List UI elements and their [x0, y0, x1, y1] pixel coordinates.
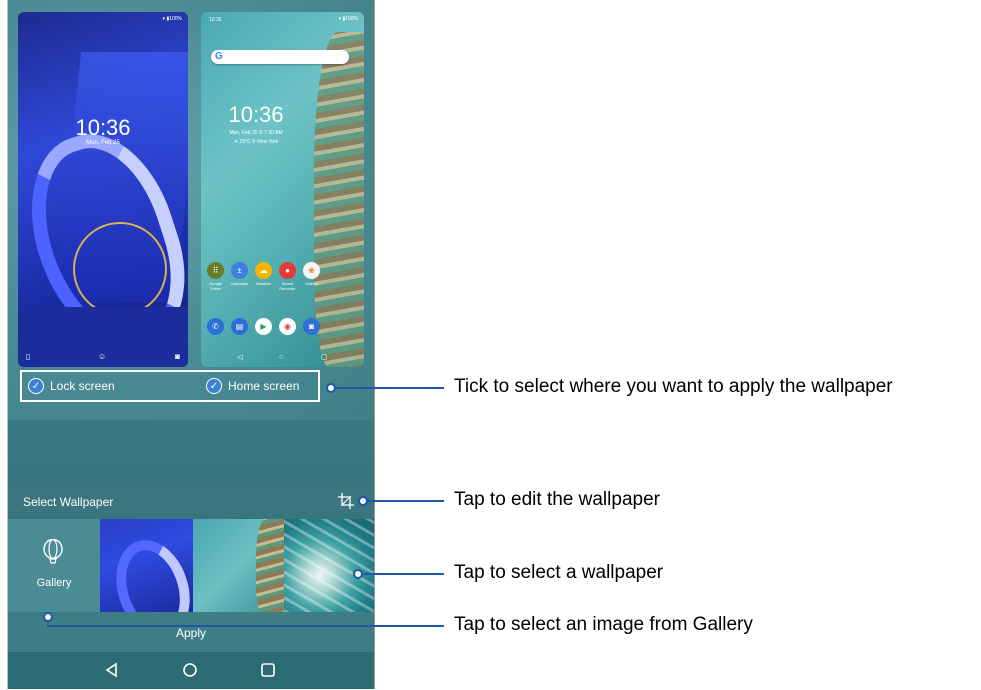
app-shortcut: ◉ [279, 318, 296, 335]
wallpaper-coastline [314, 32, 364, 367]
callout-line [336, 387, 444, 389]
app-shortcut: ◙ [303, 318, 320, 335]
back-icon[interactable] [104, 662, 120, 678]
lock-screen-preview[interactable]: ▾ ▮100% 10:36 Mon, Feb 25 ▯ ☺ ◙ [18, 12, 188, 367]
wallpaper-thumbnail[interactable] [100, 519, 193, 612]
lock-date: Mon, Feb 25 [86, 140, 120, 146]
play-store-icon: ▶ [255, 318, 272, 335]
app-shortcut: ● Sound Recorder [279, 262, 296, 291]
callout-apply-where: Tick to select where you want to apply t… [454, 376, 893, 397]
check-icon: ✓ [206, 378, 222, 394]
phone-icon: ✆ [207, 318, 224, 335]
wallpaper-thumbnail[interactable] [193, 519, 284, 612]
google-logo-icon: G [215, 51, 223, 62]
select-wallpaper-label: Select Wallpaper [23, 495, 114, 509]
app-row-1: ⠿ Google Folder ± Calculator ☁ Weather ●… [207, 262, 320, 291]
back-icon: ◁ [237, 354, 243, 361]
wallpaper-gold-ring [73, 222, 167, 316]
wave-foam [284, 519, 374, 612]
wallpaper-coastline [256, 519, 284, 612]
microphone-icon: ● [279, 262, 296, 279]
home-status-bar: ▾ ▮100% [338, 16, 358, 22]
recents-icon[interactable] [260, 662, 276, 678]
app-row-dock: ✆ ▤ ▶ ◉ ◙ [207, 318, 320, 335]
check-icon: ✓ [28, 378, 44, 394]
home-clock: 10:36 [228, 102, 284, 127]
callout-dot [326, 383, 336, 393]
callout-dot [358, 496, 368, 506]
callout-line [368, 500, 444, 502]
vibrate-icon: ▯ [26, 352, 31, 361]
calculator-icon: ± [231, 262, 248, 279]
home-screen-label: Home screen [228, 379, 300, 393]
google-search-bar: G [211, 50, 349, 64]
wallpaper-ribbon [104, 530, 193, 612]
home-icon[interactable] [182, 662, 198, 678]
crop-icon[interactable] [338, 493, 354, 509]
home-icon: ○ [279, 354, 284, 361]
app-shortcut: ☁ Weather [255, 262, 272, 291]
select-wallpaper-bar: Select Wallpaper [8, 483, 374, 519]
app-shortcut: ❀ Gallery [303, 262, 320, 291]
smiley-icon: ☺ [98, 352, 107, 361]
home-screen-preview[interactable]: 10:36 ▾ ▮100% G 10:36 Mon, Feb 25 ⏱ 7:30… [201, 12, 364, 367]
home-date: Mon, Feb 25 ⏱ 7:30 AM [229, 130, 283, 136]
app-shortcut: ⠿ Google Folder [207, 262, 224, 291]
callout-line [363, 573, 444, 575]
gallery-app-icon: ❀ [303, 262, 320, 279]
navigation-bar [8, 652, 374, 689]
lock-screen-checkbox[interactable]: ✓ Lock screen [28, 378, 115, 394]
apply-target-selector: ✓ Lock screen ✓ Home screen [20, 370, 320, 402]
lock-screen-label: Lock screen [50, 379, 115, 393]
callout-gallery: Tap to select an image from Gallery [454, 614, 753, 635]
app-shortcut: ▶ [255, 318, 272, 335]
chrome-icon: ◉ [279, 318, 296, 335]
wallpaper-thumbnails: Gallery [8, 519, 374, 612]
google-folder-icon: ⠿ [207, 262, 224, 279]
callout-line [47, 625, 444, 627]
balloon-icon [43, 539, 63, 564]
callout-dot [353, 569, 363, 579]
app-shortcut: ▤ [231, 318, 248, 335]
home-weather: ☀ 25°C ⚲ New York [233, 139, 279, 145]
recents-icon: ▢ [321, 354, 328, 361]
app-shortcut: ± Calculator [231, 262, 249, 291]
camera-icon: ◙ [175, 352, 180, 361]
phone-screen: ▾ ▮100% 10:36 Mon, Feb 25 ▯ ☺ ◙ 10:36 ▾ … [7, 0, 375, 689]
camera-icon: ◙ [303, 318, 320, 335]
messages-icon: ▤ [231, 318, 248, 335]
lock-status-bar: ▾ ▮100% [162, 16, 182, 22]
home-status-time: 10:36 [209, 17, 222, 23]
apply-label: Apply [175, 626, 207, 640]
callout-edit: Tap to edit the wallpaper [454, 489, 660, 510]
app-shortcut: ✆ [207, 318, 224, 335]
home-screen-checkbox[interactable]: ✓ Home screen [206, 378, 299, 394]
weather-icon: ☁ [255, 262, 272, 279]
gallery-label: Gallery [36, 577, 72, 589]
gallery-button[interactable]: Gallery [8, 519, 100, 612]
callout-select: Tap to select a wallpaper [454, 562, 664, 583]
apply-button[interactable]: Apply [8, 612, 374, 652]
lock-clock: 10:36 [75, 115, 131, 140]
